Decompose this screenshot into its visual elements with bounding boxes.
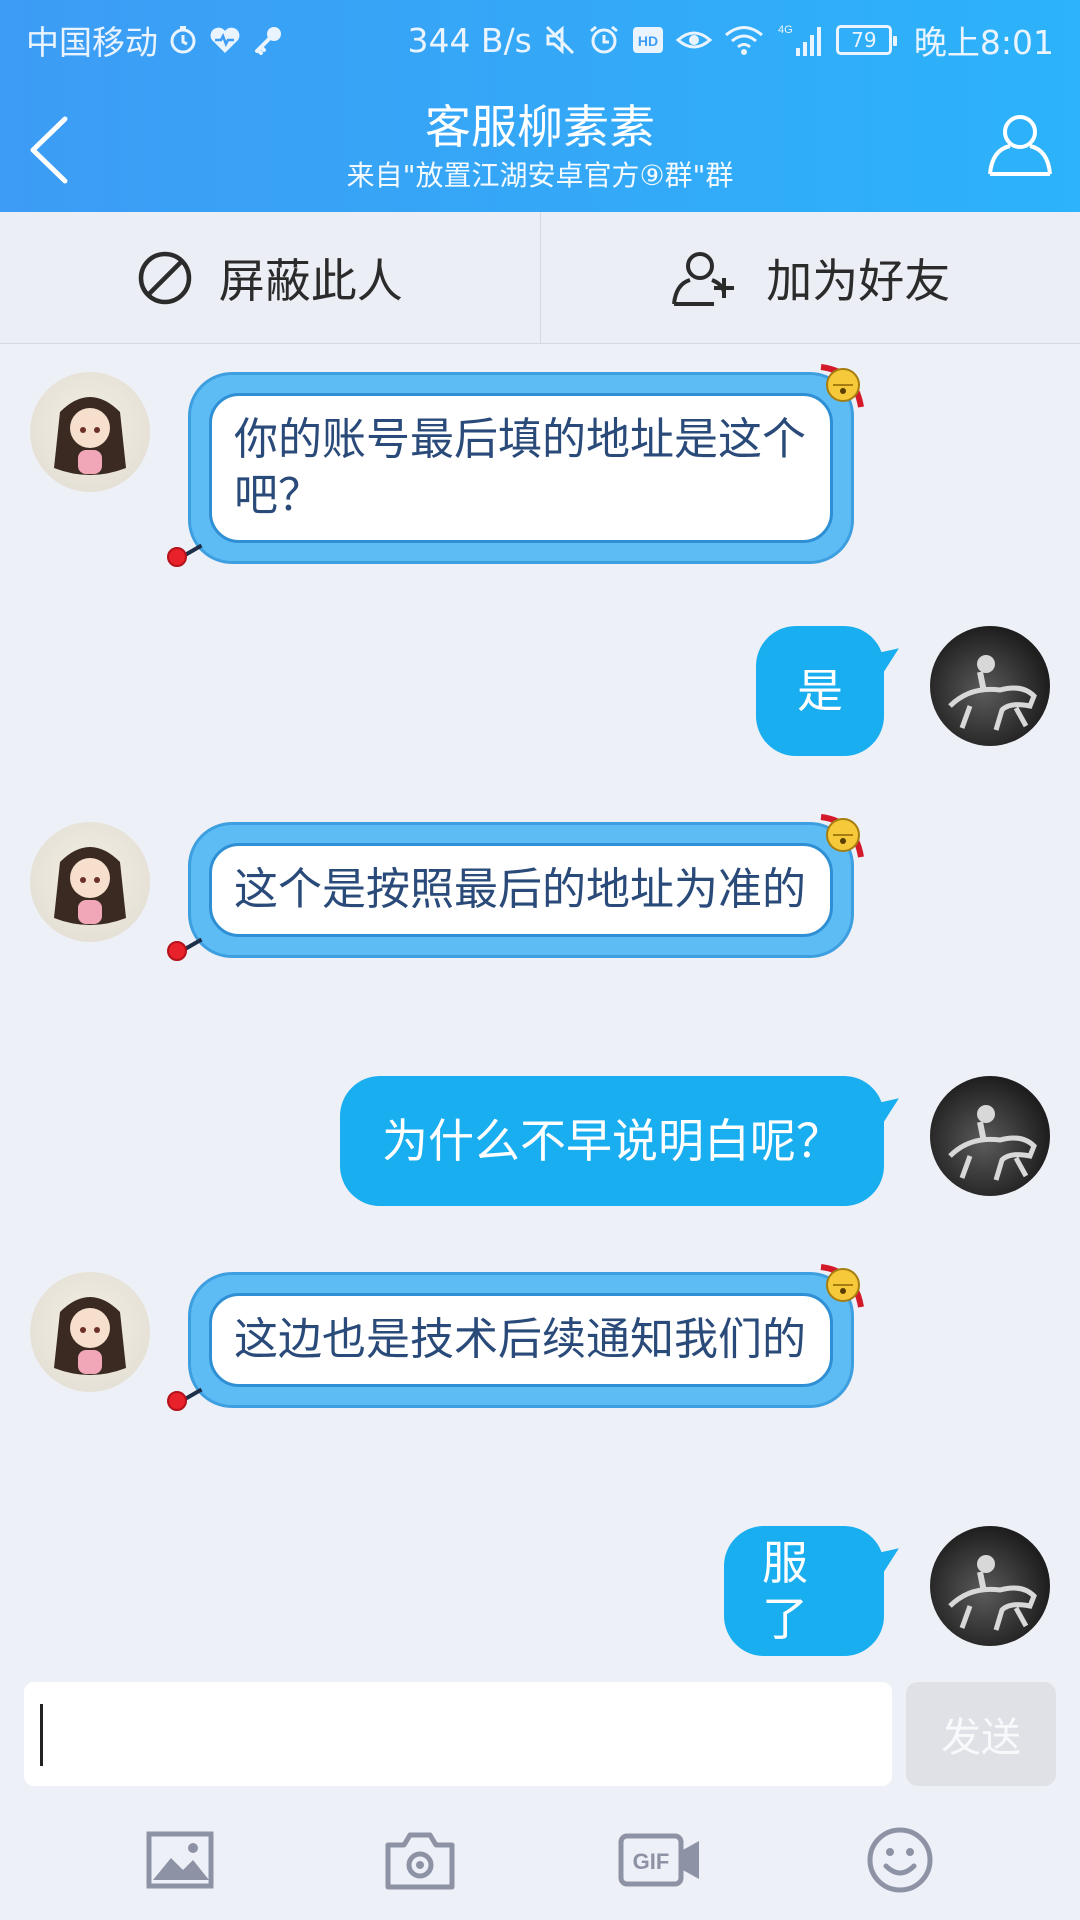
bubble-tail-dot	[167, 941, 187, 961]
message-text: 这边也是技术后续通知我们的	[209, 1293, 833, 1387]
timer-icon	[168, 20, 198, 60]
alarm-icon	[588, 20, 620, 60]
message-text: 服了	[762, 1536, 808, 1646]
gif-button[interactable]: GIF	[615, 1815, 705, 1905]
message-input[interactable]	[24, 1682, 892, 1786]
agent-avatar[interactable]	[30, 372, 150, 492]
net-speed: 344 B/s	[407, 20, 532, 60]
text-caret	[40, 1704, 43, 1766]
add-friend-label: 加为好友	[766, 253, 951, 308]
message-text: 是	[797, 664, 843, 718]
key-icon	[252, 20, 284, 60]
page-subtitle: 来自"放置江湖安卓官方⑨群"群	[346, 159, 734, 192]
carrier-label: 中国移动	[26, 23, 158, 62]
wifi-icon	[724, 20, 764, 60]
mute-icon	[544, 20, 576, 60]
status-bar: 中国移动 344 B/s HD 4G 79 晚上8:01	[0, 0, 1080, 74]
health-icon	[208, 20, 242, 60]
page-title: 客服柳素素	[425, 100, 655, 154]
message-bubble-incoming[interactable]: 你的账号最后填的地址是这个吧？	[167, 364, 864, 567]
bell-icon	[820, 1264, 864, 1308]
block-icon	[138, 251, 191, 304]
emoji-button[interactable]	[855, 1815, 945, 1905]
message-bubble-outgoing[interactable]: 是	[756, 626, 884, 756]
image-button[interactable]	[135, 1815, 225, 1905]
eye-icon	[675, 20, 712, 60]
gif-icon: GIF	[618, 1833, 699, 1887]
camera-button[interactable]	[375, 1815, 465, 1905]
svg-text:GIF: GIF	[633, 1849, 670, 1874]
action-bar: 屏蔽此人 加为好友	[0, 212, 1080, 344]
my-avatar[interactable]	[930, 1526, 1050, 1646]
back-button[interactable]	[14, 110, 84, 190]
signal-icon: 4G	[776, 20, 824, 60]
block-user-button[interactable]: 屏蔽此人	[0, 212, 540, 343]
composer-toolbar: GIF	[0, 1800, 1080, 1920]
add-friend-icon	[672, 251, 735, 306]
message-text: 你的账号最后填的地址是这个吧？	[209, 393, 833, 543]
block-user-label: 屏蔽此人	[218, 253, 403, 308]
bubble-tail-dot	[167, 1391, 187, 1411]
battery-indicator: 79	[835, 25, 897, 55]
agent-avatar[interactable]	[30, 1272, 150, 1392]
bell-icon	[820, 364, 864, 408]
person-icon	[988, 115, 1052, 176]
bubble-tail-dot	[167, 547, 187, 567]
message-bubble-incoming[interactable]: 这个是按照最后的地址为准的	[167, 814, 864, 961]
back-arrow-icon	[30, 116, 68, 184]
image-icon	[146, 1831, 214, 1889]
profile-button[interactable]	[982, 106, 1058, 182]
svg-text:HD: HD	[638, 33, 658, 49]
network-type: 4G	[778, 24, 793, 36]
my-avatar[interactable]	[930, 626, 1050, 746]
add-friend-button[interactable]: 加为好友	[539, 212, 1080, 343]
chat-header: 中国移动 344 B/s HD 4G 79 晚上8:01 客服柳素素 来自"放置…	[0, 0, 1080, 212]
emoji-icon	[867, 1827, 933, 1893]
my-avatar[interactable]	[930, 1076, 1050, 1196]
clock: 晚上8:01	[913, 23, 1054, 62]
send-button[interactable]: 发送	[906, 1682, 1056, 1786]
composer: 发送	[0, 1670, 1080, 1800]
bell-icon	[820, 814, 864, 858]
message-text: 这个是按照最后的地址为准的	[209, 843, 833, 937]
message-bubble-outgoing[interactable]: 服了	[724, 1526, 884, 1656]
message-bubble-outgoing[interactable]: 为什么不早说明白呢？	[340, 1076, 884, 1206]
message-text: 为什么不早说明白呢？	[382, 1114, 842, 1168]
header-title-block: 客服柳素素 来自"放置江湖安卓官方⑨群"群	[240, 100, 840, 194]
battery-level: 79	[851, 28, 877, 52]
hd-icon: HD	[632, 20, 664, 60]
agent-avatar[interactable]	[30, 822, 150, 942]
message-bubble-incoming[interactable]: 这边也是技术后续通知我们的	[167, 1264, 864, 1411]
camera-icon	[385, 1832, 455, 1890]
